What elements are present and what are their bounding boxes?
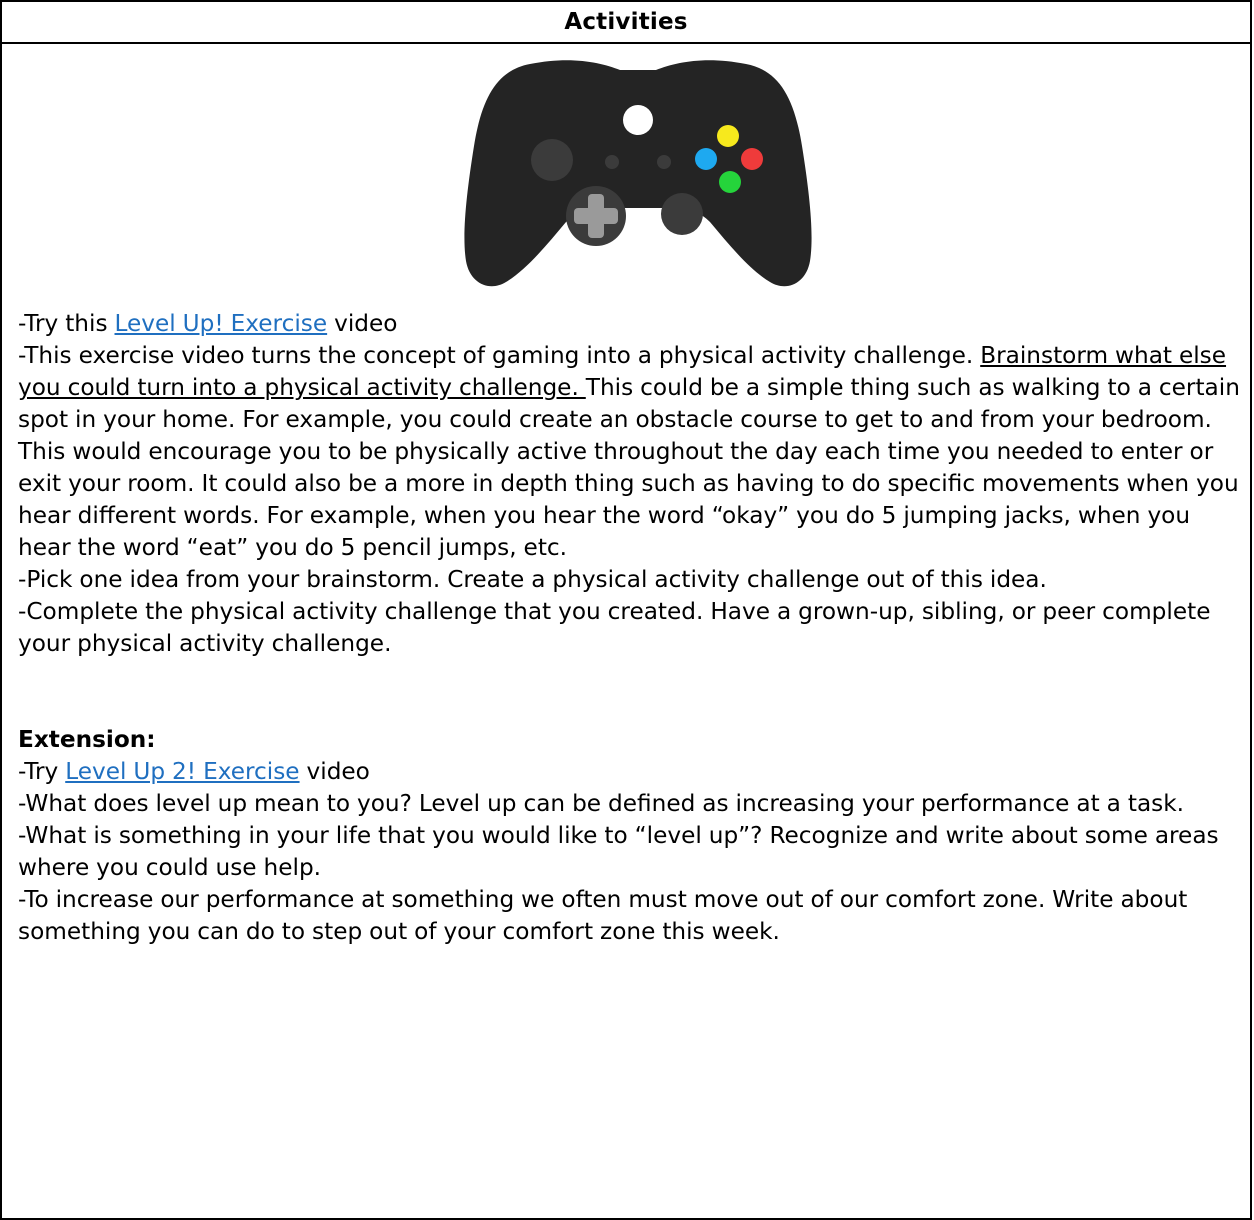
activity-brainstorm-intro: -This exercise video turns the concept o…: [18, 342, 981, 369]
activity-try-prefix: -Try this: [18, 310, 115, 337]
page-title: Activities: [564, 9, 688, 35]
extension-level-up-life: -What is something in your life that you…: [18, 822, 1219, 881]
extension-comfort-zone: -To increase our performance at somethin…: [18, 886, 1188, 945]
dpad-horizontal: [574, 208, 618, 224]
table-header: Activities: [2, 2, 1250, 44]
extension-try-suffix: video: [299, 758, 370, 785]
activity-brainstorm: -This exercise video turns the concept o…: [18, 340, 1248, 564]
b-button: [741, 148, 763, 170]
left-stick: [531, 139, 573, 181]
activity-try-video: -Try this Level Up! Exercise video: [18, 308, 1248, 340]
right-stick: [661, 193, 703, 235]
view-button: [605, 155, 619, 169]
level-up-2-exercise-link[interactable]: Level Up 2! Exercise: [65, 758, 299, 785]
a-button: [719, 171, 741, 193]
game-controller-icon: [460, 56, 816, 292]
activity-try-suffix: video: [327, 310, 398, 337]
extension-level-up-meaning: -What does level up mean to you? Level u…: [18, 790, 1185, 817]
activity-complete-challenge: -Complete the physical activity challeng…: [18, 598, 1211, 657]
x-button: [695, 148, 717, 170]
controller-body: [464, 60, 812, 287]
level-up-exercise-link[interactable]: Level Up! Exercise: [115, 310, 328, 337]
y-button: [717, 125, 739, 147]
extension-try-prefix: -Try: [18, 758, 66, 785]
extension-heading: Extension:: [18, 726, 156, 753]
activity-brainstorm-rest: This could be a simple thing such as wal…: [18, 374, 1240, 561]
game-controller-illustration: [464, 60, 812, 287]
activities-table: Activities -Try this Level Up! Exercise …: [0, 0, 1252, 1220]
guide-button: [623, 105, 653, 135]
menu-button: [657, 155, 671, 169]
activity-pick-idea: -Pick one idea from your brainstorm. Cre…: [18, 566, 1047, 593]
extension-try-video: -Try Level Up 2! Exercise video: [18, 756, 1248, 788]
activities-content: -Try this Level Up! Exercise video -This…: [18, 308, 1248, 948]
